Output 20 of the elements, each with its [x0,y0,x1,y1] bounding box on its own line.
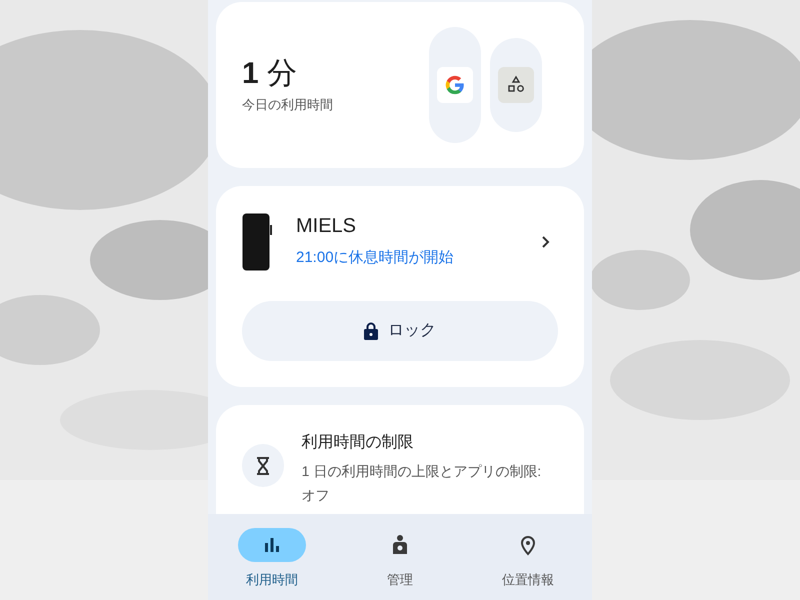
usage-caption: 今日の利用時間 [242,96,334,114]
bar-chart-icon [262,535,282,555]
nav-tab[interactable]: 位置情報 [464,528,592,600]
nav-tab[interactable]: 管理 [336,528,464,600]
chevron-right-icon[interactable] [540,235,550,249]
google-icon [444,74,466,96]
shapes-icon [506,75,526,95]
person-icon [391,534,409,556]
hourglass-icon [256,456,270,474]
usage-total: 1 分 [242,59,298,90]
lock-icon [364,322,378,340]
downtime-status: 21:00に休息時間が開始 [296,248,455,268]
device-name: MIELS [296,214,358,240]
limits-description: 1 日の利用時間の上限とアプリの制限: オフ [302,462,542,505]
nav-tab[interactable]: 利用時間 [208,528,336,600]
limits-title: 利用時間の制限 [302,432,415,453]
lock-button[interactable]: ロック [242,301,558,361]
location-pin-icon [518,534,538,556]
phone-icon [242,213,272,271]
app-icon[interactable] [498,67,534,103]
